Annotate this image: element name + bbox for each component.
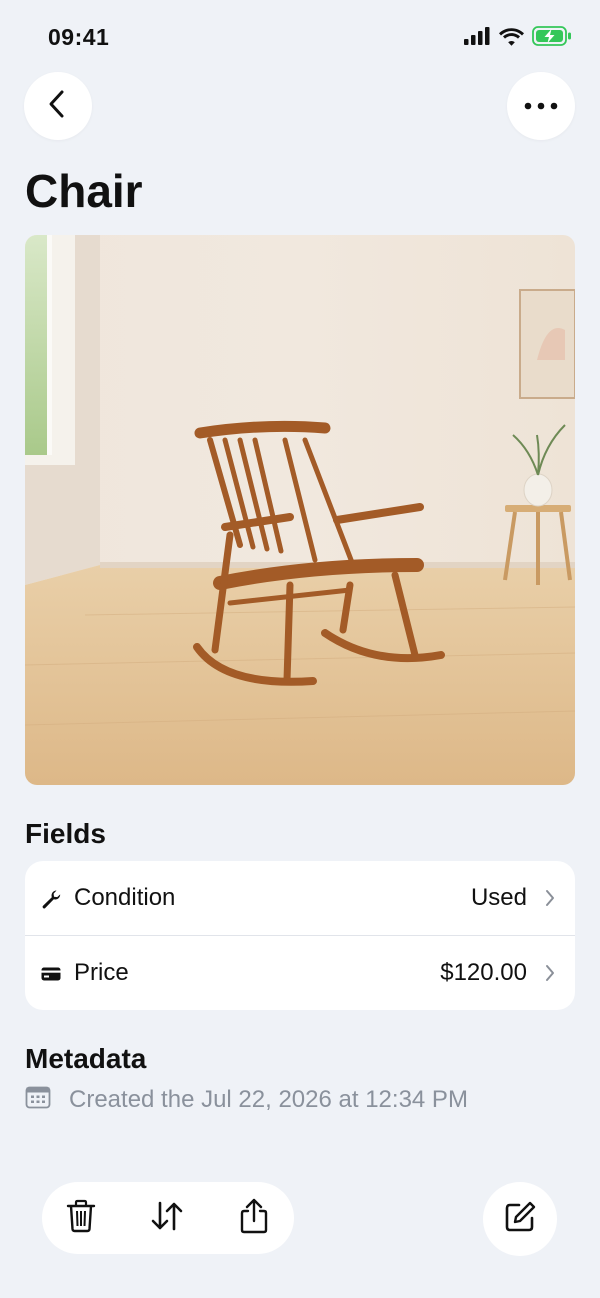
compose-icon: [503, 1200, 537, 1239]
ellipsis-icon: [524, 97, 558, 115]
created-date: Created the Jul 22, 2026 at 12:34 PM: [25, 1085, 468, 1114]
page-title: Chair: [25, 165, 143, 217]
more-options-button[interactable]: [507, 72, 575, 140]
field-row-price[interactable]: Price $120.00: [25, 935, 575, 1010]
back-button[interactable]: [24, 72, 92, 140]
wrench-icon: [41, 889, 61, 909]
metadata-section-title: Metadata: [25, 1043, 147, 1074]
sort-button[interactable]: [149, 1200, 185, 1236]
fields-section-title: Fields: [25, 818, 106, 849]
battery-charging-icon: [532, 26, 572, 51]
fields-card: Condition Used Price $120.00: [25, 861, 575, 1010]
calendar-icon: [25, 1085, 51, 1114]
field-label: Condition: [74, 884, 176, 911]
field-value: Used: [470, 884, 527, 911]
credit-card-icon: [41, 964, 61, 984]
delete-button[interactable]: [63, 1199, 99, 1238]
share-button[interactable]: [236, 1198, 272, 1239]
item-photo[interactable]: [25, 235, 575, 785]
created-date-text: Created the Jul 22, 2026 at 12:34 PM: [69, 1085, 468, 1113]
chevron-right-icon: [545, 964, 555, 987]
sort-arrows-icon: [150, 1199, 184, 1238]
action-toolbar: [42, 1182, 294, 1254]
field-value: $120.00: [440, 959, 527, 986]
wifi-icon: [499, 27, 524, 51]
field-label: Price: [74, 959, 129, 986]
status-bar: 09:41: [0, 0, 600, 70]
status-time: 09:41: [48, 24, 110, 50]
chevron-right-icon: [545, 889, 555, 912]
share-icon: [239, 1198, 269, 1239]
trash-icon: [66, 1199, 96, 1238]
status-icons: [464, 26, 572, 51]
cellular-signal-icon: [464, 27, 491, 50]
field-row-condition[interactable]: Condition Used: [25, 861, 575, 935]
chevron-left-icon: [46, 89, 70, 124]
edit-button[interactable]: [483, 1182, 557, 1256]
